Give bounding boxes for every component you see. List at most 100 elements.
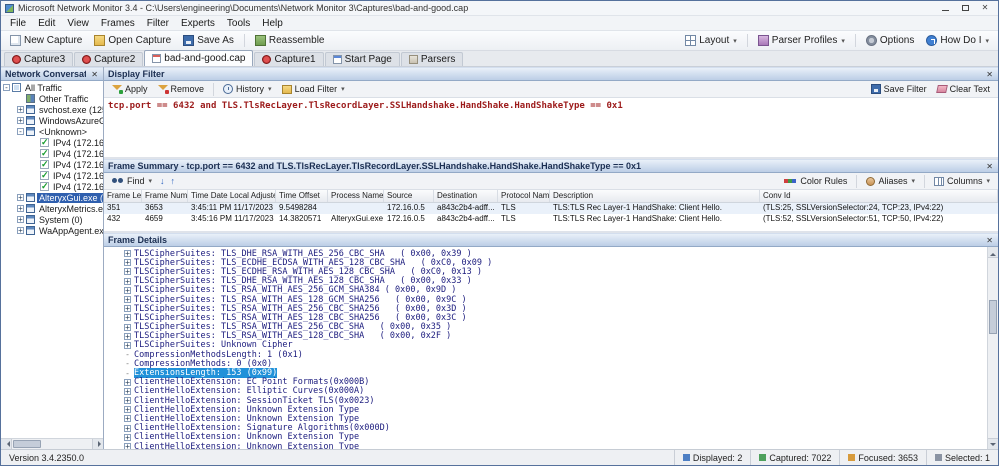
conversation-tree-item[interactable]: IPv4 (172.16.0.5...	[1, 181, 103, 192]
column-header[interactable]: Time Date Local Adjusted	[188, 190, 276, 202]
column-header[interactable]: Frame Length	[104, 190, 142, 202]
open-capture-button[interactable]: Open Capture	[89, 33, 176, 48]
conversation-tree-item[interactable]: + WindowsAzureGuestA...	[1, 115, 103, 126]
detail-expand-toggle[interactable]: +	[124, 268, 131, 276]
tree-expand-toggle[interactable]	[31, 183, 38, 190]
detail-expand-toggle[interactable]: +	[124, 443, 131, 449]
horizontal-scrollbar[interactable]	[1, 438, 103, 449]
detail-expand-toggle[interactable]: +	[124, 305, 131, 313]
display-filter-input[interactable]: tcp.port == 6432 and TLS.TlsRecLayer.Tls…	[104, 98, 998, 157]
detail-expand-toggle[interactable]: +	[124, 296, 131, 304]
tree-expand-toggle[interactable]	[31, 150, 38, 157]
conversation-tree-item[interactable]: + System (0)	[1, 214, 103, 225]
capture-tab[interactable]: Parsers	[400, 52, 464, 66]
close-panel-button[interactable]: ✕	[985, 162, 994, 171]
detail-expand-toggle[interactable]: -	[124, 351, 131, 359]
detail-expand-toggle[interactable]: +	[124, 406, 131, 414]
detail-expand-toggle[interactable]: +	[124, 341, 131, 349]
find-button[interactable]: Find ▾	[108, 175, 156, 187]
column-header[interactable]: Process Name	[328, 190, 384, 202]
conversation-tree-item[interactable]: IPv4 (172.16.0.5...	[1, 137, 103, 148]
minimize-button[interactable]	[936, 2, 954, 14]
tree-expand-toggle[interactable]: +	[17, 205, 24, 213]
menu-item[interactable]: Frames	[95, 17, 141, 30]
scroll-down-button[interactable]	[988, 438, 998, 449]
column-header[interactable]: Destination	[434, 190, 498, 202]
capture-tab[interactable]: Start Page	[324, 52, 400, 66]
details-vertical-scrollbar[interactable]	[987, 247, 998, 449]
close-panel-button[interactable]: ✕	[985, 70, 994, 79]
tree-expand-toggle[interactable]	[31, 161, 38, 168]
new-capture-button[interactable]: New Capture	[5, 33, 87, 48]
tree-expand-toggle[interactable]: +	[17, 117, 24, 125]
remove-filter-button[interactable]: Remove	[154, 83, 209, 95]
detail-expand-toggle[interactable]: -	[124, 360, 131, 368]
maximize-button[interactable]	[956, 2, 974, 14]
frame-detail-line[interactable]: + ClientHelloExtension: Unknown Extensio…	[104, 442, 986, 449]
tree-expand-toggle[interactable]	[31, 139, 38, 146]
conversation-tree-item[interactable]: + AlteryxGui.exe (7040)	[1, 192, 103, 203]
detail-expand-toggle[interactable]: +	[124, 314, 131, 322]
frame-summary-row[interactable]: 432 4659 3:45:16 PM 11/17/2023 14.382057…	[104, 214, 998, 225]
scroll-up-button[interactable]	[988, 247, 998, 258]
conversation-tree-item[interactable]: IPv4 (172.16.0.5...	[1, 159, 103, 170]
find-previous-button[interactable]: ↑	[169, 176, 178, 186]
conversation-tree-item[interactable]: - All Traffic	[1, 82, 103, 93]
menu-item[interactable]: Tools	[221, 17, 256, 30]
tree-expand-toggle[interactable]: -	[3, 84, 10, 92]
scroll-thumb[interactable]	[989, 300, 997, 334]
close-panel-button[interactable]: ✕	[90, 70, 99, 79]
options-button[interactable]: Options	[861, 33, 919, 48]
conversation-tree-item[interactable]: Other Traffic	[1, 93, 103, 104]
column-header[interactable]: Source	[384, 190, 434, 202]
scroll-left-button[interactable]	[1, 439, 12, 449]
capture-tab[interactable]: Capture2	[74, 52, 144, 66]
clear-text-button[interactable]: Clear Text	[933, 83, 994, 95]
menu-item[interactable]: File	[4, 17, 32, 30]
menu-item[interactable]: View	[61, 17, 95, 30]
detail-expand-toggle[interactable]: +	[124, 277, 131, 285]
close-panel-button[interactable]: ✕	[985, 236, 994, 245]
save-filter-button[interactable]: Save Filter	[867, 83, 931, 95]
load-filter-button[interactable]: Load Filter ▾	[278, 83, 349, 95]
find-next-button[interactable]: ↓	[158, 176, 167, 186]
frame-summary-row[interactable]: 351 3653 3:45:11 PM 11/17/2023 9.5498284…	[104, 203, 998, 214]
detail-expand-toggle[interactable]: +	[124, 323, 131, 331]
close-button[interactable]: ✕	[976, 2, 994, 14]
detail-expand-toggle[interactable]: +	[124, 397, 131, 405]
capture-tab[interactable]: Capture3	[4, 52, 74, 66]
detail-expand-toggle[interactable]: +	[124, 424, 131, 432]
detail-expand-toggle[interactable]: +	[124, 250, 131, 258]
conversation-tree-item[interactable]: + WaAppAgent.exe (35...	[1, 225, 103, 236]
conversation-tree-item[interactable]: IPv4 (172.16.0.5...	[1, 170, 103, 181]
tree-expand-toggle[interactable]	[31, 172, 38, 179]
menu-item[interactable]: Experts	[175, 17, 221, 30]
column-header[interactable]: Time Offset	[276, 190, 328, 202]
color-rules-button[interactable]: Color Rules	[780, 175, 851, 187]
conversation-tree-item[interactable]: + AlteryxMetrics.exe (...	[1, 203, 103, 214]
column-header[interactable]: Description	[550, 190, 760, 202]
columns-button[interactable]: Columns ▾	[930, 175, 994, 187]
history-button[interactable]: History ▾	[219, 83, 276, 95]
tree-expand-toggle[interactable]: +	[17, 106, 24, 114]
tree-expand-toggle[interactable]: -	[17, 128, 24, 136]
parser-profiles-button[interactable]: Parser Profiles ▾	[753, 33, 850, 48]
capture-tab[interactable]: bad-and-good.cap	[144, 50, 254, 66]
scroll-thumb[interactable]	[13, 440, 41, 448]
aliases-button[interactable]: Aliases ▾	[862, 175, 919, 187]
layout-button[interactable]: Layout ▾	[680, 33, 742, 48]
detail-expand-toggle[interactable]: +	[124, 286, 131, 294]
scroll-right-button[interactable]	[92, 439, 103, 449]
tree-expand-toggle[interactable]: +	[17, 227, 24, 235]
menu-item[interactable]: Help	[256, 17, 289, 30]
menu-item[interactable]: Edit	[32, 17, 61, 30]
how-do-i-button[interactable]: How Do I ▾	[921, 33, 994, 48]
reassemble-button[interactable]: Reassemble	[250, 33, 330, 48]
detail-expand-toggle[interactable]: +	[124, 415, 131, 423]
capture-tab[interactable]: Capture1	[254, 52, 324, 66]
apply-filter-button[interactable]: Apply	[108, 83, 152, 95]
detail-expand-toggle[interactable]: +	[124, 433, 131, 441]
column-header[interactable]: Protocol Name	[498, 190, 550, 202]
save-as-button[interactable]: Save As	[178, 33, 239, 48]
detail-expand-toggle[interactable]: +	[124, 387, 131, 395]
